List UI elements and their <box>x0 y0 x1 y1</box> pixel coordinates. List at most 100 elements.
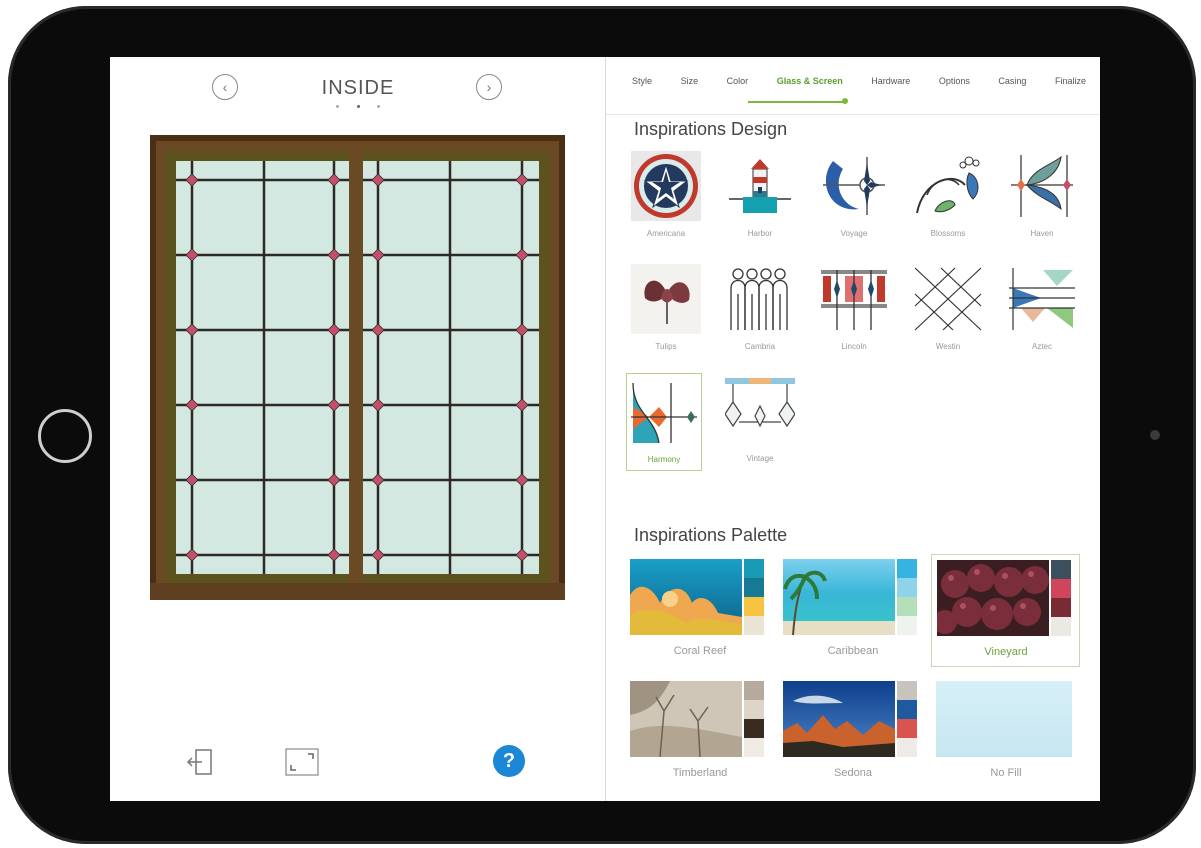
design-cambria[interactable]: Cambria <box>722 264 798 362</box>
design-label: Aztec <box>1031 342 1052 351</box>
design-lincoln[interactable]: Lincoln <box>816 264 892 362</box>
aztec-icon <box>1009 268 1075 330</box>
design-label: Blossoms <box>930 229 966 238</box>
tab-color[interactable]: Color <box>725 72 751 102</box>
tabs-divider <box>606 114 1100 115</box>
design-label: Cambria <box>744 342 776 351</box>
design-label: Tulips <box>655 342 677 351</box>
design-blossoms[interactable]: Blossoms <box>910 151 986 249</box>
design-vintage[interactable]: Vintage <box>722 376 798 474</box>
question-icon: ? <box>502 749 516 772</box>
swatch <box>1051 579 1071 598</box>
pager-dot <box>377 105 380 108</box>
swatch <box>744 738 764 757</box>
vineyard-photo <box>937 560 1049 636</box>
expand-icon <box>285 748 319 776</box>
cambria-icon <box>730 268 788 330</box>
blossoms-icon <box>916 156 980 214</box>
pager-dot <box>336 105 339 108</box>
design-americana[interactable]: Americana <box>628 151 704 249</box>
palette-timberland[interactable]: Timberland <box>630 681 772 789</box>
prev-view-button[interactable]: ‹ <box>212 74 238 100</box>
palette-label: Sedona <box>834 767 872 779</box>
design-label: Haven <box>1030 229 1054 238</box>
harmony-icon <box>631 382 697 444</box>
window-preview <box>150 135 565 600</box>
lincoln-icon <box>821 270 887 330</box>
design-westin[interactable]: Westin <box>910 264 986 362</box>
swatch <box>897 681 917 700</box>
swatch <box>897 719 917 738</box>
design-label: Harbor <box>747 229 773 238</box>
design-harbor[interactable]: Harbor <box>722 151 798 249</box>
design-tulips[interactable]: Tulips <box>628 264 704 362</box>
palette-swatches <box>1051 560 1071 636</box>
palette-coral-reef[interactable]: Coral Reef <box>630 559 772 667</box>
palette-vineyard[interactable]: Vineyard <box>931 554 1080 667</box>
swatch <box>744 578 764 597</box>
design-harmony[interactable]: Harmony <box>626 373 702 471</box>
tab-hardware[interactable]: Hardware <box>869 72 912 102</box>
palette-no-fill[interactable]: No Fill <box>936 681 1078 789</box>
palette-label: Coral Reef <box>673 645 727 657</box>
swatch <box>744 559 764 578</box>
camera-icon <box>1150 430 1160 440</box>
no-fill-preview <box>936 681 1072 757</box>
chevron-left-icon: ‹ <box>222 79 228 95</box>
palette-label: Caribbean <box>827 645 879 657</box>
design-label: Harmony <box>647 455 681 464</box>
swatch <box>897 559 917 578</box>
tab-casing[interactable]: Casing <box>996 72 1028 102</box>
swatch <box>744 616 764 635</box>
swatch <box>1051 617 1071 636</box>
timberland-photo <box>630 681 742 757</box>
active-tab-indicator <box>748 101 846 103</box>
palette-swatches <box>897 681 917 757</box>
exit-icon <box>186 749 212 775</box>
swatch <box>897 578 917 597</box>
swatch <box>1051 560 1071 579</box>
palette-caribbean[interactable]: Caribbean <box>783 559 925 667</box>
swatch <box>897 616 917 635</box>
tab-style[interactable]: Style <box>630 72 654 102</box>
tab-finalize[interactable]: Finalize <box>1053 72 1088 102</box>
swatch <box>744 681 764 700</box>
home-button[interactable] <box>38 409 92 463</box>
vintage-icon <box>725 378 795 428</box>
design-voyage[interactable]: Voyage <box>816 151 892 249</box>
coral-reef-photo <box>630 559 742 635</box>
design-label: Voyage <box>840 229 868 238</box>
harbor-icon <box>729 159 791 213</box>
fullscreen-button[interactable] <box>282 745 322 779</box>
palette-swatches <box>897 559 917 635</box>
step-tabs: Style Size Color Glass & Screen Hardware… <box>630 72 1088 102</box>
swatch <box>744 700 764 719</box>
swatch <box>1051 598 1071 617</box>
tab-size[interactable]: Size <box>679 72 701 102</box>
palette-sedona[interactable]: Sedona <box>783 681 925 789</box>
designs-section-title: Inspirations Design <box>634 119 788 139</box>
glass-pane-left <box>176 161 349 574</box>
palette-label: Vineyard <box>984 646 1028 658</box>
swatch <box>744 719 764 738</box>
tulips-icon <box>631 264 701 334</box>
design-aztec[interactable]: Aztec <box>1004 264 1080 362</box>
design-haven[interactable]: Haven <box>1004 151 1080 249</box>
exit-button[interactable] <box>184 745 218 779</box>
caribbean-photo <box>783 559 895 635</box>
help-button[interactable]: ? <box>493 745 525 777</box>
palette-swatches <box>744 559 764 635</box>
swatch <box>897 597 917 616</box>
tab-glass-screen[interactable]: Glass & Screen <box>775 72 845 102</box>
voyage-icon <box>823 157 885 215</box>
active-tab-dot <box>842 98 848 104</box>
design-label: Westin <box>935 342 961 351</box>
next-view-button[interactable]: › <box>476 74 502 100</box>
palette-section-title: Inspirations Palette <box>634 525 788 545</box>
options-panel: Style Size Color Glass & Screen Hardware… <box>606 57 1100 801</box>
view-title: INSIDE <box>321 77 395 99</box>
westin-icon <box>914 267 982 331</box>
tab-options[interactable]: Options <box>937 72 972 102</box>
palette-label: Timberland <box>672 767 728 779</box>
design-label: Americana <box>646 229 686 238</box>
